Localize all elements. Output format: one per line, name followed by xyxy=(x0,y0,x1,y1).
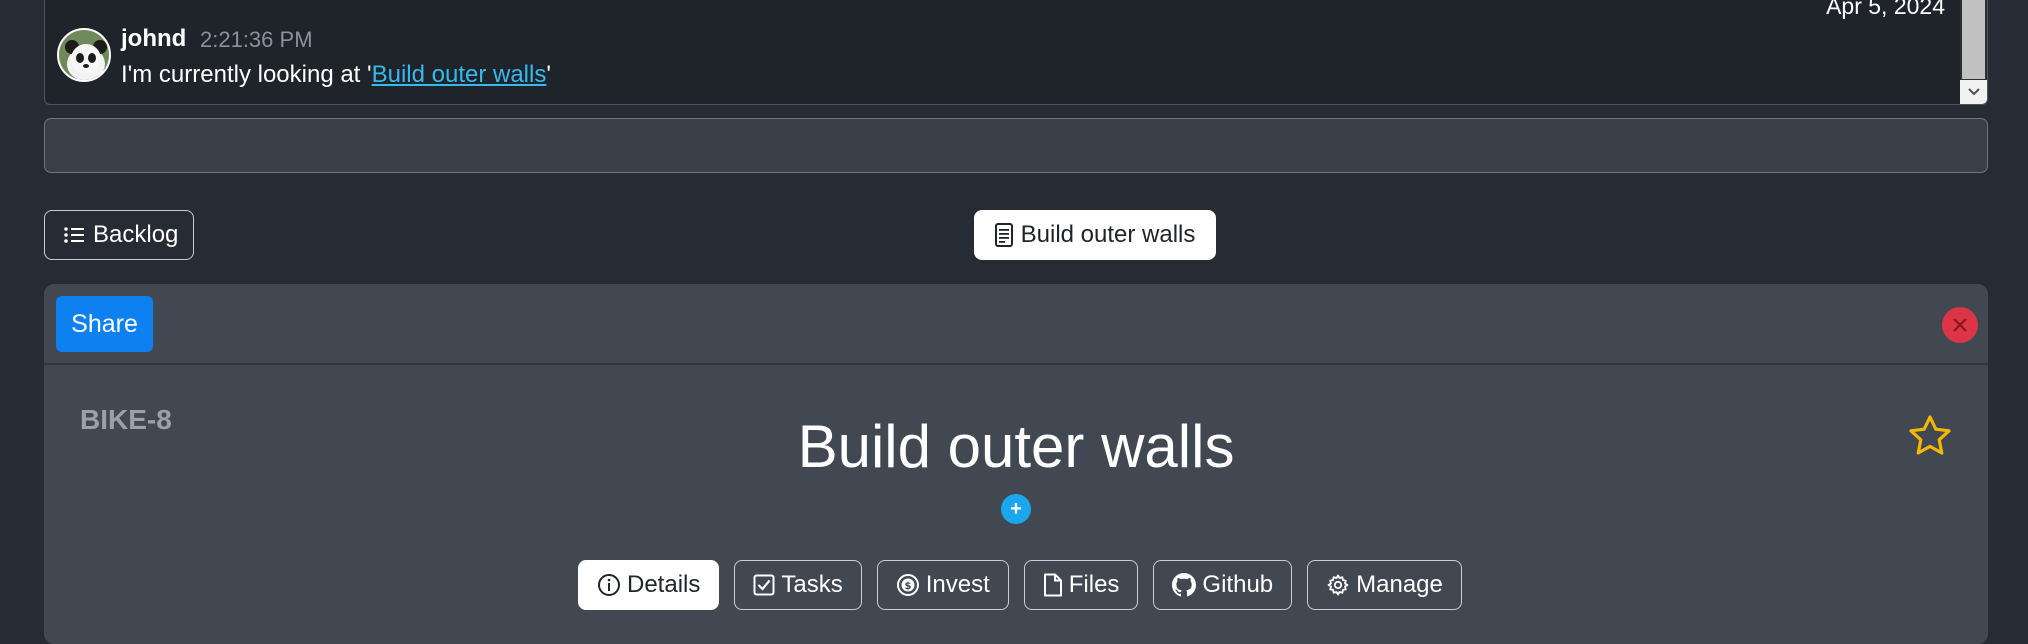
message-suffix: ' xyxy=(546,61,551,88)
gear-icon xyxy=(1326,573,1350,597)
chat-date: Apr 5, 2024 xyxy=(1826,0,1945,19)
issue-tabs: Details Tasks $ Invest Files Github Mana… xyxy=(578,560,1462,610)
svg-text:$: $ xyxy=(904,581,911,592)
add-button[interactable]: + xyxy=(1001,494,1031,524)
share-button[interactable]: Share xyxy=(56,296,153,352)
tab-details[interactable]: Details xyxy=(578,560,720,610)
backlog-button[interactable]: Backlog xyxy=(44,210,194,260)
scrollbar-thumb[interactable] xyxy=(1962,0,1985,79)
issue-card: Share BIKE-8 Build outer walls + Details… xyxy=(44,284,1988,644)
coin-icon: $ xyxy=(896,573,920,597)
star-icon xyxy=(1909,415,1951,455)
message-prefix: I'm currently looking at ' xyxy=(121,61,372,88)
list-icon xyxy=(63,225,85,245)
tab-label: Files xyxy=(1068,571,1120,598)
message-issue-link[interactable]: Build outer walls xyxy=(372,61,547,88)
checkbox-icon xyxy=(753,574,775,596)
chat-scrollbar[interactable] xyxy=(1960,0,1987,104)
card-header: Share xyxy=(44,284,1988,365)
github-icon xyxy=(1172,573,1197,597)
tab-label: Tasks xyxy=(781,571,843,598)
tab-manage[interactable]: Manage xyxy=(1307,560,1462,610)
favorite-star-button[interactable] xyxy=(1906,412,1954,460)
breadcrumb-issue-button[interactable]: Build outer walls xyxy=(974,210,1216,260)
tab-github[interactable]: Github xyxy=(1153,560,1293,610)
avatar xyxy=(57,28,111,82)
info-icon xyxy=(597,573,621,597)
chat-message-input[interactable] xyxy=(44,118,1988,173)
tab-files[interactable]: Files xyxy=(1023,560,1139,610)
message-username: johnd xyxy=(121,25,187,52)
issue-title: Build outer walls xyxy=(797,413,1235,480)
close-icon xyxy=(1953,318,1967,332)
file-icon xyxy=(1043,573,1063,597)
tab-label: Details xyxy=(627,571,701,598)
tab-invest[interactable]: $ Invest xyxy=(876,560,1009,610)
scroll-down-button[interactable] xyxy=(1960,80,1987,104)
tab-tasks[interactable]: Tasks xyxy=(734,560,862,610)
tab-label: Github xyxy=(1202,571,1274,598)
message-timestamp: 2:21:36 PM xyxy=(200,27,313,52)
breadcrumb-label: Build outer walls xyxy=(1020,221,1196,248)
tab-label: Invest xyxy=(925,571,990,598)
chevron-down-icon xyxy=(1967,88,1980,96)
close-button[interactable] xyxy=(1942,307,1978,343)
tab-label: Manage xyxy=(1356,571,1443,598)
backlog-label: Backlog xyxy=(93,221,179,248)
chat-panel: Apr 5, 2024 johnd 2:21:36 PM I'm current… xyxy=(44,0,1988,105)
panda-avatar-icon xyxy=(59,30,109,80)
document-icon xyxy=(994,223,1013,247)
message-text: I'm currently looking at 'Build outer wa… xyxy=(121,61,551,89)
